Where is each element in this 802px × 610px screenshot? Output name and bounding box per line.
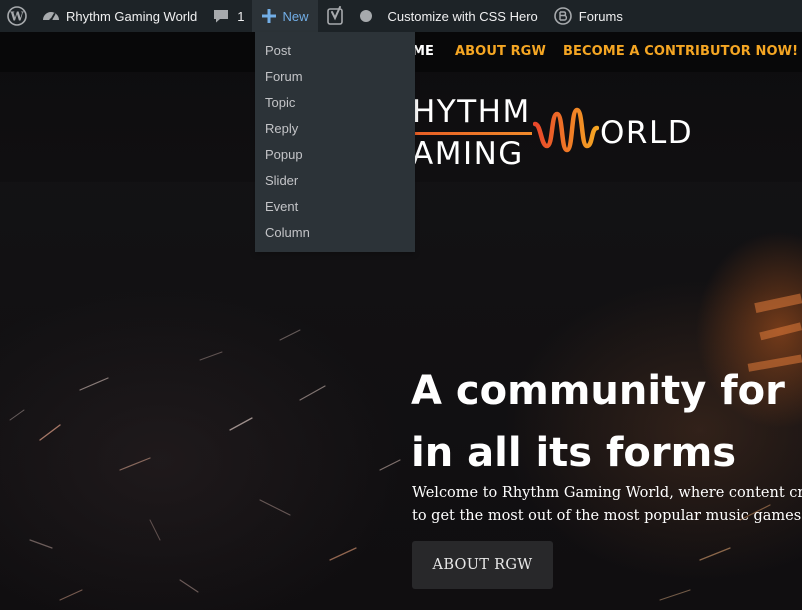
hero-description: Welcome to Rhythm Gaming World, where co… bbox=[412, 482, 802, 528]
new-slider-item[interactable]: Slider bbox=[255, 168, 415, 194]
logo-underline bbox=[412, 132, 532, 135]
buddypress-icon bbox=[553, 7, 572, 25]
new-label: New bbox=[282, 8, 309, 24]
new-post-item[interactable]: Post bbox=[255, 38, 415, 64]
dashboard-icon bbox=[43, 12, 59, 22]
status-dot-icon bbox=[359, 10, 372, 22]
seo-score-indicator[interactable] bbox=[354, 0, 378, 32]
hero-title-line-2: in all its forms bbox=[411, 430, 737, 476]
plus-icon bbox=[262, 9, 277, 23]
css-hero-label: Customize with CSS Hero bbox=[387, 8, 538, 24]
hero-title: A community for m in all its forms bbox=[411, 360, 802, 484]
site-name-label: Rhythm Gaming World bbox=[66, 8, 198, 24]
yoast-icon bbox=[326, 6, 343, 25]
new-event-item[interactable]: Event bbox=[255, 194, 415, 220]
forums-menu[interactable]: Forums bbox=[546, 0, 631, 32]
yoast-seo-menu[interactable] bbox=[318, 0, 354, 32]
new-content-menu[interactable]: New bbox=[252, 0, 318, 32]
hero-description-line-1: Welcome to Rhythm Gaming World, where co… bbox=[412, 485, 802, 501]
wp-admin-bar: W Rhythm Gaming World 1 New Customize wi… bbox=[0, 0, 802, 32]
new-column-item[interactable]: Column bbox=[255, 220, 415, 246]
wp-logo-menu[interactable]: W bbox=[0, 0, 34, 32]
soundwave-w-icon bbox=[533, 107, 599, 153]
new-forum-item[interactable]: Forum bbox=[255, 64, 415, 90]
svg-text:W: W bbox=[9, 10, 24, 24]
speech-bubble-icon bbox=[214, 10, 229, 23]
logo-gaming-text: AMING bbox=[412, 136, 524, 172]
new-popup-item[interactable]: Popup bbox=[255, 142, 415, 168]
hero-description-line-2: to get the most out of the most popular … bbox=[412, 508, 802, 524]
comments-menu[interactable]: 1 bbox=[205, 0, 252, 32]
nav-home-link[interactable]: ME bbox=[412, 44, 434, 59]
site-logo[interactable]: HYTHM AMING ORLD bbox=[412, 94, 712, 174]
new-topic-item[interactable]: Topic bbox=[255, 90, 415, 116]
new-content-dropdown: Post Forum Topic Reply Popup Slider Even… bbox=[255, 32, 415, 252]
logo-rhythm-text: HYTHM bbox=[412, 94, 531, 130]
about-rgw-button[interactable]: ABOUT RGW bbox=[412, 541, 553, 589]
nav-about-link[interactable]: ABOUT RGW bbox=[455, 44, 546, 59]
hero-title-line-1: A community for m bbox=[411, 368, 802, 414]
nav-contributor-link[interactable]: BECOME A CONTRIBUTOR NOW! bbox=[563, 44, 798, 59]
css-hero-menu[interactable]: Customize with CSS Hero bbox=[378, 0, 546, 32]
site-name-menu[interactable]: Rhythm Gaming World bbox=[34, 0, 205, 32]
wordpress-icon: W bbox=[7, 6, 27, 26]
new-reply-item[interactable]: Reply bbox=[255, 116, 415, 142]
comments-count: 1 bbox=[237, 8, 245, 24]
forums-label: Forums bbox=[578, 8, 623, 24]
logo-world-text: ORLD bbox=[600, 115, 694, 151]
